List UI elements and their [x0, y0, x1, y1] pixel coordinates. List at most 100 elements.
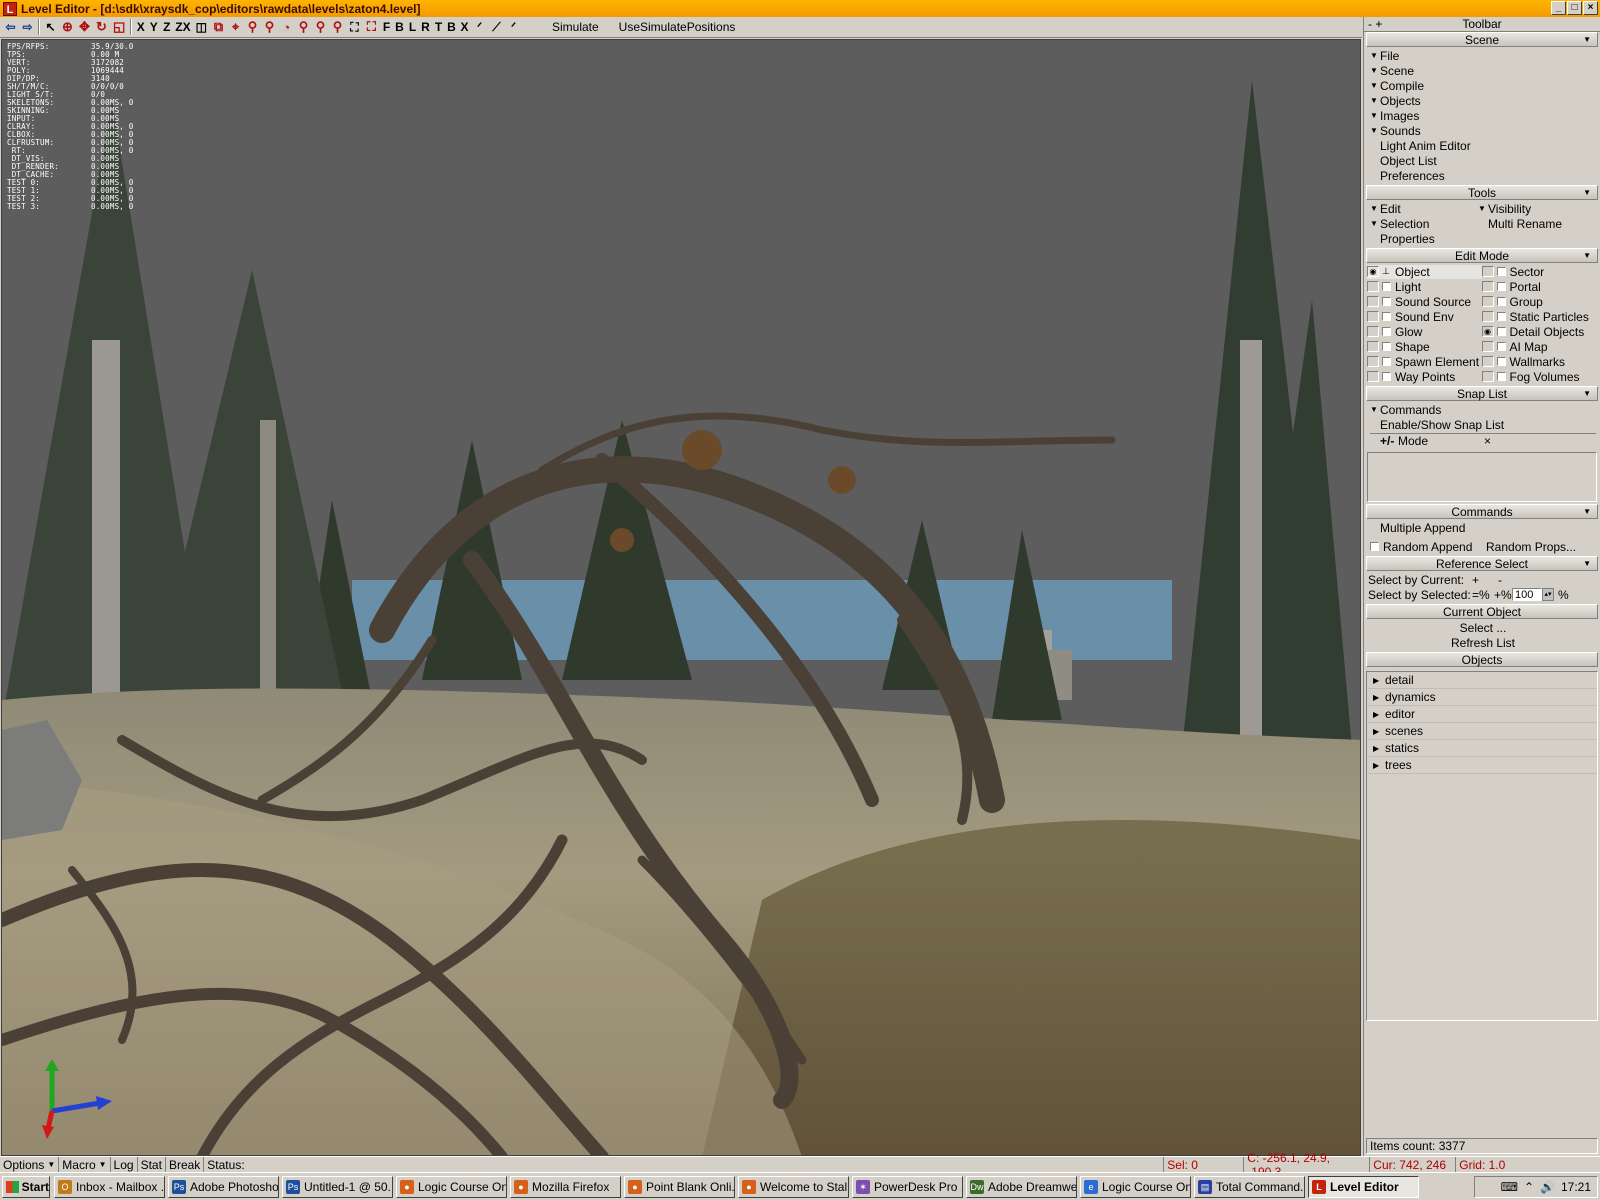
scene-menu-item[interactable]: ▼ Scene: [1370, 63, 1596, 78]
taskbar-button[interactable]: Dw Adobe Dreamwe...: [966, 1175, 1077, 1198]
view-back-button[interactable]: B: [393, 18, 406, 36]
angle-snap-icon[interactable]: ◔: [278, 18, 295, 36]
normal-snap-icon[interactable]: ⚲: [312, 18, 329, 36]
edit-mode-checkbox[interactable]: [1496, 297, 1506, 306]
edit-mode-cell[interactable]: Static Particles: [1481, 310, 1597, 324]
redo-icon[interactable]: ⇨: [19, 18, 36, 36]
axis-snap-icon[interactable]: ⚲: [329, 18, 346, 36]
view-left-button[interactable]: L: [406, 18, 419, 36]
minimize-button[interactable]: _: [1551, 1, 1566, 15]
enable-show-snap-list-button[interactable]: Enable/Show Snap List: [1380, 418, 1504, 432]
snap-list-section-header[interactable]: Snap List ▼: [1366, 386, 1598, 401]
taskbar-button[interactable]: Ps Adobe Photosho...: [168, 1175, 279, 1198]
axis-zx-button[interactable]: ZX: [173, 18, 192, 36]
select-eq-percent-button[interactable]: =%: [1472, 588, 1494, 602]
commands-section-header[interactable]: Commands ▼: [1366, 504, 1598, 519]
view-reset-button[interactable]: X: [458, 18, 471, 36]
view-front-button[interactable]: F: [380, 18, 393, 36]
taskbar-button[interactable]: ● Welcome to Stal...: [738, 1175, 849, 1198]
select-object-button[interactable]: Select ...: [1460, 621, 1507, 635]
selection-menu[interactable]: Selection: [1380, 217, 1488, 231]
snap-commands-menu[interactable]: Commands: [1380, 403, 1441, 417]
edit-mode-cell[interactable]: ◉ Detail Objects: [1481, 325, 1597, 339]
select-arrow-icon[interactable]: ↖: [42, 18, 59, 36]
visibility-eye-icon[interactable]: [1367, 326, 1379, 337]
taskbar-button[interactable]: ● Logic Course On...: [396, 1175, 507, 1198]
view-bottom-button[interactable]: B: [445, 18, 458, 36]
move-icon[interactable]: ✥: [76, 18, 93, 36]
start-button[interactable]: Start: [2, 1175, 50, 1198]
edit-mode-cell[interactable]: ◉ ⊥ Object: [1367, 264, 1482, 279]
vertex-snap-icon[interactable]: ⚲: [295, 18, 312, 36]
random-props-button[interactable]: Random Props...: [1486, 540, 1576, 554]
tray-expand-icon[interactable]: ⌃: [1524, 1180, 1534, 1194]
edit-mode-checkbox[interactable]: [1496, 357, 1506, 366]
object-folder-item[interactable]: ▶ scenes: [1367, 723, 1597, 740]
taskbar-button[interactable]: ▤ Total Command...: [1194, 1175, 1305, 1198]
options-menu[interactable]: Options ▼: [0, 1157, 60, 1172]
scale-icon[interactable]: ◱: [110, 18, 128, 36]
edit-mode-cell[interactable]: Fog Volumes: [1481, 370, 1597, 384]
refresh-list-button[interactable]: Refresh List: [1451, 636, 1515, 650]
edit-mode-cell[interactable]: AI Map: [1481, 340, 1597, 354]
visibility-menu[interactable]: Visibility: [1488, 202, 1531, 216]
taskbar-button[interactable]: Ps Untitled-1 @ 50...: [282, 1175, 393, 1198]
taskbar-button[interactable]: ● Point Blank Onli...: [624, 1175, 735, 1198]
visibility-eye-icon[interactable]: [1481, 296, 1494, 307]
edit-mode-cell[interactable]: Glow: [1367, 325, 1482, 339]
objects-section-header[interactable]: Objects: [1366, 652, 1598, 667]
stat-button[interactable]: Stat: [138, 1157, 166, 1172]
3d-viewport[interactable]: FPS/RFPS: 35.9/30.0 TPS: 0.00 M VERT: 3172082…: [1, 39, 1361, 1156]
edit-mode-cell[interactable]: Sound Env: [1367, 310, 1482, 324]
edit-mode-checkbox[interactable]: [1496, 282, 1506, 291]
multi-rename-button[interactable]: Multi Rename: [1488, 217, 1562, 231]
zoom-extent-icon[interactable]: ⛶: [346, 18, 363, 36]
visibility-eye-icon[interactable]: [1367, 371, 1379, 382]
axis-z-button[interactable]: Z: [160, 18, 173, 36]
undo-icon[interactable]: ⇦: [2, 18, 19, 36]
edit-mode-cell[interactable]: Spawn Element: [1367, 355, 1482, 369]
spin-button[interactable]: ▴▾: [1542, 588, 1554, 601]
visibility-eye-icon[interactable]: [1481, 371, 1494, 382]
edit-mode-cell[interactable]: Sound Source: [1367, 295, 1482, 309]
camera-plane-icon[interactable]: ᐟ: [471, 18, 488, 36]
edit-mode-checkbox[interactable]: [1382, 357, 1391, 366]
maximize-button[interactable]: □: [1567, 1, 1582, 15]
visibility-eye-icon[interactable]: [1481, 281, 1494, 292]
object-folder-item[interactable]: ▶ dynamics: [1367, 689, 1597, 706]
edit-mode-cell[interactable]: Portal: [1481, 280, 1597, 294]
panel-collapse-buttons[interactable]: - +: [1368, 17, 1382, 31]
object-folder-item[interactable]: ▶ editor: [1367, 706, 1597, 723]
visibility-eye-icon[interactable]: ◉: [1481, 326, 1494, 337]
edit-mode-checkbox[interactable]: [1382, 372, 1391, 381]
snap-clear-button[interactable]: ×: [1484, 434, 1491, 448]
properties-button[interactable]: Properties: [1380, 232, 1435, 246]
visibility-eye-icon[interactable]: [1367, 296, 1379, 307]
break-button[interactable]: Break: [166, 1157, 205, 1172]
axis-x-button[interactable]: X: [134, 18, 147, 36]
object-folder-item[interactable]: ▶ detail: [1367, 672, 1597, 689]
edit-mode-checkbox[interactable]: [1382, 327, 1391, 336]
edit-mode-checkbox[interactable]: [1496, 327, 1506, 336]
edit-mode-checkbox[interactable]: [1496, 372, 1506, 381]
edit-mode-cell[interactable]: Sector: [1481, 265, 1597, 279]
multiple-append-button[interactable]: Multiple Append: [1380, 521, 1465, 535]
scene-menu-item[interactable]: ▼ File: [1370, 48, 1596, 63]
visibility-eye-icon[interactable]: ◉: [1367, 266, 1379, 277]
moving-snap-icon[interactable]: ⚲: [261, 18, 278, 36]
rotate-icon[interactable]: ↻: [93, 18, 110, 36]
keyboard-icon[interactable]: ⌨: [1501, 1180, 1518, 1194]
current-object-section-header[interactable]: Current Object: [1366, 604, 1598, 619]
view-right-button[interactable]: R: [419, 18, 432, 36]
log-button[interactable]: Log: [111, 1157, 138, 1172]
edit-mode-checkbox[interactable]: [1382, 342, 1391, 351]
visibility-eye-icon[interactable]: [1481, 311, 1494, 322]
visibility-eye-icon[interactable]: [1481, 341, 1494, 352]
edit-mode-cell[interactable]: Wallmarks: [1481, 355, 1597, 369]
snap-mode-toggle-button[interactable]: +/-: [1380, 434, 1398, 448]
camera-fly-icon[interactable]: ᐟ: [505, 18, 522, 36]
visibility-eye-icon[interactable]: [1367, 356, 1379, 367]
edit-mode-cell[interactable]: Group: [1481, 295, 1597, 309]
add-object-icon[interactable]: ⊕: [59, 18, 76, 36]
volume-icon[interactable]: 🔊: [1540, 1180, 1555, 1194]
